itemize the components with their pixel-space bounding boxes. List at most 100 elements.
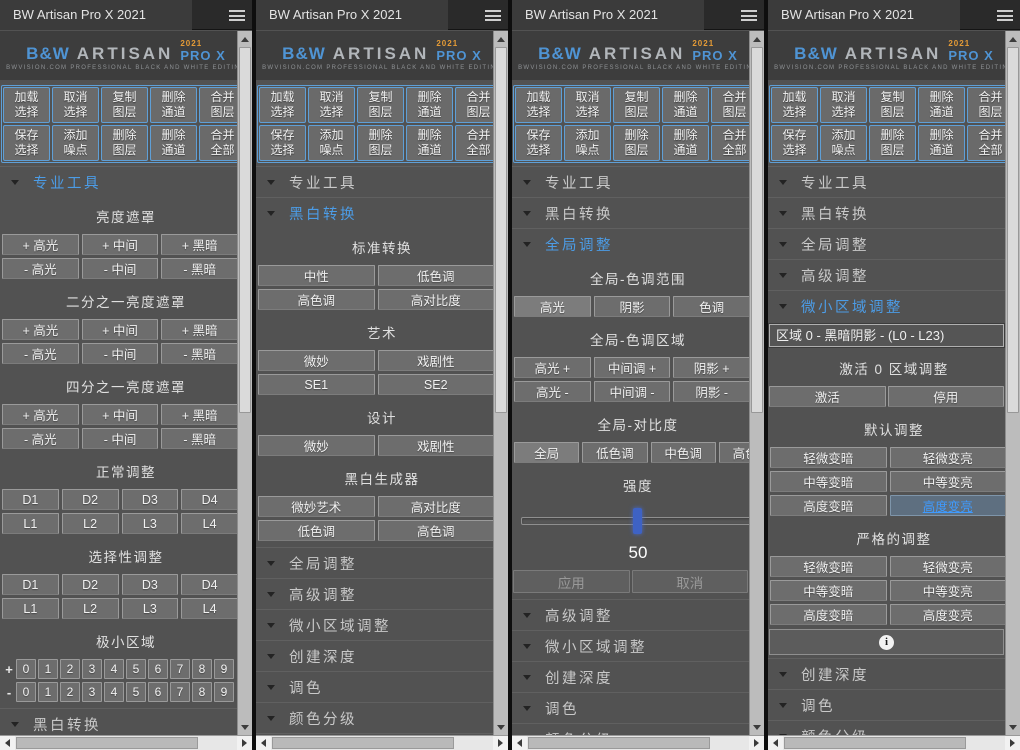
adjust-button-darken-medium[interactable]: 中等变暗 bbox=[770, 471, 887, 492]
tone-button-shadows[interactable]: 阴影 bbox=[594, 296, 671, 317]
section-global-adjust[interactable]: 全局调整 bbox=[512, 228, 764, 259]
adjust-button-l1[interactable]: L1 bbox=[2, 598, 59, 619]
duplicate-layer-button[interactable]: 复制图层 bbox=[101, 87, 148, 123]
adjust-button-d4[interactable]: D4 bbox=[181, 574, 238, 595]
delete-layer-button[interactable]: 删除图层 bbox=[357, 125, 404, 161]
vertical-scrollbar-thumb[interactable] bbox=[751, 47, 763, 413]
mask-button[interactable]: - 高光 bbox=[2, 428, 79, 449]
digit-button[interactable]: 4 bbox=[104, 682, 124, 702]
deselect-button[interactable]: 取消选择 bbox=[308, 87, 355, 123]
vertical-scrollbar[interactable] bbox=[1005, 31, 1020, 735]
mask-button[interactable]: + 高光 bbox=[2, 234, 79, 255]
mask-button[interactable]: - 黑暗 bbox=[161, 343, 238, 364]
mask-button[interactable]: + 中间 bbox=[82, 404, 159, 425]
menu-icon[interactable] bbox=[485, 10, 501, 21]
adjust-button-l3[interactable]: L3 bbox=[122, 513, 179, 534]
adjust-button-d1[interactable]: D1 bbox=[2, 489, 59, 510]
digit-button[interactable]: 2 bbox=[60, 682, 80, 702]
adjust-button-lighten-medium[interactable]: 中等变亮 bbox=[890, 580, 1007, 601]
delete-channels-button[interactable]: 删除通道 bbox=[150, 87, 197, 123]
adjust-button-d2[interactable]: D2 bbox=[62, 489, 119, 510]
adjust-button-lighten-slight[interactable]: 轻微变亮 bbox=[890, 447, 1007, 468]
horizontal-scrollbar-thumb[interactable] bbox=[528, 737, 710, 749]
scroll-right-icon[interactable] bbox=[237, 736, 252, 750]
digit-button[interactable]: 8 bbox=[192, 682, 212, 702]
section-micro-area[interactable]: 微小区域调整 bbox=[512, 630, 764, 661]
tone-button-highlights[interactable]: 高光 bbox=[514, 296, 591, 317]
mask-button[interactable]: + 黑暗 bbox=[161, 404, 238, 425]
menu-icon[interactable] bbox=[229, 10, 245, 21]
panel-tab[interactable]: BW Artisan Pro X 2021 bbox=[256, 0, 448, 30]
section-advanced-adjust[interactable]: 高级调整 bbox=[768, 259, 1020, 290]
panel-tab[interactable]: BW Artisan Pro X 2021 bbox=[512, 0, 704, 30]
section-micro-area[interactable]: 微小区域调整 bbox=[768, 290, 1020, 321]
tone-button[interactable]: 阴影 + bbox=[673, 357, 750, 378]
adjust-button-d2[interactable]: D2 bbox=[62, 574, 119, 595]
vertical-scrollbar[interactable] bbox=[493, 31, 508, 735]
digit-button[interactable]: 9 bbox=[214, 659, 234, 679]
load-selection-button[interactable]: 加载选择 bbox=[259, 87, 306, 123]
preset-button-dramatic[interactable]: 戏剧性 bbox=[378, 435, 495, 456]
activate-button[interactable]: 激活 bbox=[769, 386, 886, 407]
section-bw-conversion[interactable]: 黑白转换 bbox=[0, 708, 252, 735]
adjust-button-l3[interactable]: L3 bbox=[122, 598, 179, 619]
section-create-depth[interactable]: 创建深度 bbox=[768, 658, 1020, 689]
mask-button[interactable]: - 中间 bbox=[82, 343, 159, 364]
scroll-down-icon[interactable] bbox=[750, 720, 764, 734]
strength-slider[interactable] bbox=[521, 506, 755, 536]
load-selection-button[interactable]: 加载选择 bbox=[515, 87, 562, 123]
preset-button-dramatic[interactable]: 戏剧性 bbox=[378, 350, 495, 371]
section-pro-tools[interactable]: 专业工具 bbox=[256, 166, 508, 197]
digit-button[interactable]: 0 bbox=[16, 659, 36, 679]
section-bw-conversion[interactable]: 黑白转换 bbox=[768, 197, 1020, 228]
digit-button[interactable]: 3 bbox=[82, 682, 102, 702]
deselect-button[interactable]: 取消选择 bbox=[564, 87, 611, 123]
scroll-up-icon[interactable] bbox=[238, 32, 252, 46]
preset-button-subtle[interactable]: 微妙 bbox=[258, 435, 375, 456]
mask-button[interactable]: + 黑暗 bbox=[161, 234, 238, 255]
section-advanced-adjust[interactable]: 高级调整 bbox=[256, 578, 508, 609]
digit-button[interactable]: 6 bbox=[148, 682, 168, 702]
delete-layer-button[interactable]: 删除图层 bbox=[869, 125, 916, 161]
vertical-scrollbar[interactable] bbox=[749, 31, 764, 735]
section-color-grading[interactable]: 颜色分级 bbox=[512, 723, 764, 735]
horizontal-scrollbar-thumb[interactable] bbox=[784, 737, 966, 749]
adjust-button-l2[interactable]: L2 bbox=[62, 513, 119, 534]
duplicate-layer-button[interactable]: 复制图层 bbox=[613, 87, 660, 123]
adjust-button-d3[interactable]: D3 bbox=[122, 489, 179, 510]
adjust-button-d4[interactable]: D4 bbox=[181, 489, 238, 510]
adjust-button-darken-slight[interactable]: 轻微变暗 bbox=[770, 447, 887, 468]
preset-button-se1[interactable]: SE1 bbox=[258, 374, 375, 395]
section-bw-conversion[interactable]: 黑白转换 bbox=[256, 197, 508, 228]
scroll-up-icon[interactable] bbox=[494, 32, 508, 46]
delete-channels-button[interactable]: 删除通道 bbox=[918, 87, 965, 123]
section-pro-tools[interactable]: 专业工具 bbox=[0, 166, 252, 197]
horizontal-scrollbar-thumb[interactable] bbox=[16, 737, 198, 749]
mask-button[interactable]: - 中间 bbox=[82, 428, 159, 449]
adjust-button-l2[interactable]: L2 bbox=[62, 598, 119, 619]
section-color-grading[interactable]: 颜色分级 bbox=[256, 702, 508, 733]
scroll-left-icon[interactable] bbox=[512, 736, 527, 750]
digit-button[interactable]: 8 bbox=[192, 659, 212, 679]
duplicate-layer-button[interactable]: 复制图层 bbox=[357, 87, 404, 123]
adjust-button-l4[interactable]: L4 bbox=[181, 513, 238, 534]
horizontal-scrollbar-thumb[interactable] bbox=[272, 737, 454, 749]
section-toning[interactable]: 调色 bbox=[512, 692, 764, 723]
preset-button-high-contrast[interactable]: 高对比度 bbox=[378, 289, 495, 310]
digit-button[interactable]: 5 bbox=[126, 659, 146, 679]
digit-button[interactable]: 7 bbox=[170, 682, 190, 702]
mask-button[interactable]: - 中间 bbox=[82, 258, 159, 279]
adjust-button-darken-high[interactable]: 高度变暗 bbox=[770, 604, 887, 625]
digit-button[interactable]: 3 bbox=[82, 659, 102, 679]
adjust-button-lighten-high[interactable]: 高度变亮 bbox=[890, 604, 1007, 625]
section-create-depth[interactable]: 创建深度 bbox=[512, 661, 764, 692]
scroll-left-icon[interactable] bbox=[0, 736, 15, 750]
menu-icon[interactable] bbox=[997, 10, 1013, 21]
add-noise-button[interactable]: 添加噪点 bbox=[564, 125, 611, 161]
adjust-button-l4[interactable]: L4 bbox=[181, 598, 238, 619]
duplicate-layer-button[interactable]: 复制图层 bbox=[869, 87, 916, 123]
section-toning[interactable]: 调色 bbox=[256, 671, 508, 702]
scroll-up-icon[interactable] bbox=[750, 32, 764, 46]
adjust-button-lighten-high-selected[interactable]: 高度变亮 bbox=[890, 495, 1007, 516]
mask-button[interactable]: + 中间 bbox=[82, 234, 159, 255]
